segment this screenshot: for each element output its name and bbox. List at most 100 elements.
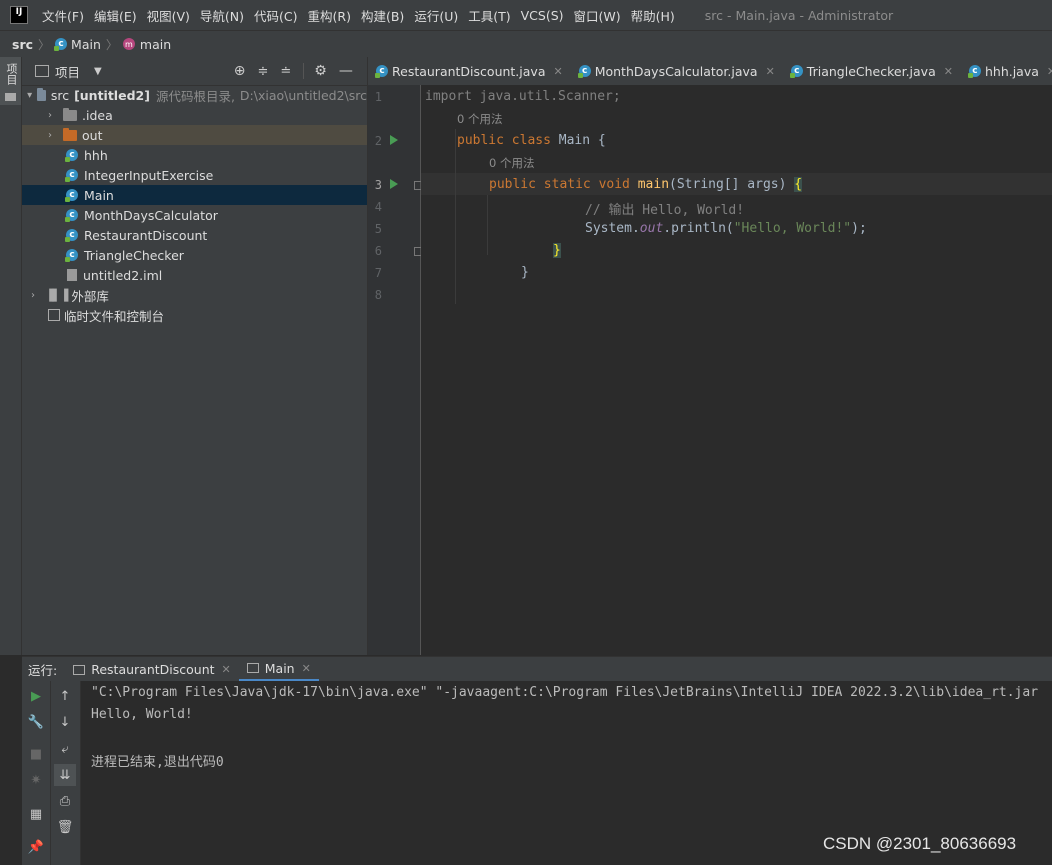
divider (303, 63, 305, 79)
class-icon: c (789, 65, 803, 78)
menu-file[interactable]: 文件(F) (42, 6, 84, 25)
expand-arrow-icon[interactable]: › (44, 130, 56, 141)
class-icon: c (967, 65, 981, 78)
method-icon: m (122, 38, 135, 50)
tab-monthdayscalculator[interactable]: c MonthDaysCalculator.java ✕ (571, 57, 783, 85)
expand-arrow-icon[interactable]: ▾ (26, 90, 33, 101)
module-file-icon (67, 269, 77, 281)
usages-hint[interactable]: 0 个用法 (457, 111, 502, 127)
tree-item-label: IntegerInputExercise (84, 167, 214, 183)
line-number: 1 (374, 90, 382, 104)
tree-item-label: Main (84, 187, 114, 203)
menu-view[interactable]: 视图(V) (147, 6, 190, 25)
string-literal: "Hello, World!" (733, 221, 852, 236)
tree-item-label: .idea (82, 107, 113, 123)
breadcrumb-src[interactable]: src (12, 37, 33, 52)
debug-icon[interactable]: ✷ (25, 769, 47, 791)
class-icon: c (65, 229, 78, 242)
menu-help[interactable]: 帮助(H) (631, 6, 675, 25)
rerun-icon[interactable]: ▶ (25, 685, 47, 707)
code-line-7: } (521, 265, 529, 280)
tree-item-hhh[interactable]: c hhh (22, 145, 367, 165)
console-line: "C:\Program Files\Java\jdk-17\bin\java.e… (91, 685, 1039, 700)
locate-icon[interactable]: ⊕ (234, 63, 246, 79)
console-icon (246, 663, 259, 673)
tree-item-integerinputexercise[interactable]: c IntegerInputExercise (22, 165, 367, 185)
menu-window[interactable]: 窗口(W) (574, 6, 621, 25)
scroll-down-icon[interactable]: ↓ (54, 711, 76, 733)
expand-arrow-icon[interactable]: › (44, 110, 56, 121)
breadcrumb-method-label: main (139, 36, 172, 52)
tree-item-main[interactable]: c Main (22, 185, 367, 205)
tree-item-monthdayscalculator[interactable]: c MonthDaysCalculator (22, 205, 367, 225)
run-tab-main[interactable]: Main ✕ (238, 657, 319, 682)
close-icon[interactable]: ✕ (944, 65, 953, 78)
breadcrumb-method[interactable]: m main (122, 36, 172, 52)
expand-arrow-icon[interactable]: › (27, 290, 39, 301)
layout-icon[interactable]: ▦ (25, 803, 47, 825)
expand-all-icon[interactable]: ≑ (257, 64, 268, 79)
soft-wrap-icon[interactable]: ⤶ (54, 738, 76, 760)
tree-item-trianglechecker[interactable]: c TriangleChecker (22, 245, 367, 265)
menu-run[interactable]: 运行(U) (414, 6, 458, 25)
tree-item-restaurantdiscount[interactable]: c RestaurantDiscount (22, 225, 367, 245)
intellij-logo-icon[interactable]: IJ (10, 6, 28, 24)
run-method-icon[interactable] (390, 179, 398, 189)
close-icon[interactable]: ✕ (766, 65, 775, 78)
menu-vcs[interactable]: VCS(S) (521, 8, 564, 23)
menu-build[interactable]: 构建(B) (361, 6, 404, 25)
code-editor[interactable]: import java.util.Scanner; 0 个用法 public c… (421, 85, 1052, 655)
menu-refactor[interactable]: 重构(R) (308, 6, 351, 25)
pin-icon[interactable]: 📌 (25, 836, 47, 858)
close-icon[interactable]: ✕ (1047, 65, 1052, 78)
chevron-down-icon[interactable]: ▼ (94, 66, 102, 77)
close-icon[interactable]: ✕ (553, 65, 562, 78)
scroll-up-icon[interactable]: ↑ (54, 685, 76, 707)
project-tool-label: 项目 (5, 63, 18, 85)
tree-root-src[interactable]: ▾ src [untitled2] 源代码根目录, D:\xiao\untitl… (22, 85, 367, 105)
menu-tools[interactable]: 工具(T) (468, 6, 510, 25)
folder-icon (63, 127, 77, 141)
tab-label: TriangleChecker.java (806, 63, 936, 79)
trash-icon[interactable]: 🗑 (54, 816, 76, 838)
tree-item-untitled2-iml[interactable]: untitled2.iml (22, 265, 367, 285)
tab-restaurantdiscount[interactable]: c RestaurantDiscount.java ✕ (368, 57, 571, 85)
collapse-all-icon[interactable]: ≐ (280, 64, 291, 79)
class-icon: c (65, 169, 78, 182)
console-line: Hello, World! (91, 707, 193, 722)
project-panel-header: 项目 ▼ ⊕ ≑ ≐ ⚙ — (22, 57, 367, 86)
project-panel: 项目 ▼ ⊕ ≑ ≐ ⚙ — ▾ src [untitled2] 源代码根目录,… (22, 57, 368, 655)
tree-root-desc: 源代码根目录, (155, 88, 235, 104)
tree-item-out[interactable]: › out (22, 125, 367, 145)
indent-guide (487, 195, 488, 255)
menu-edit[interactable]: 编辑(E) (94, 6, 137, 25)
minimize-icon[interactable]: — (339, 63, 353, 79)
tree-item-scratches[interactable]: 临时文件和控制台 (22, 305, 367, 325)
project-panel-title[interactable]: 项目 (55, 62, 80, 81)
breadcrumb-class[interactable]: c Main (54, 36, 101, 52)
gear-icon[interactable]: ⚙ (314, 63, 327, 79)
scroll-to-end-icon[interactable]: ⇊ (54, 764, 76, 786)
usages-hint[interactable]: 0 个用法 (489, 155, 534, 171)
menu-code[interactable]: 代码(C) (254, 6, 297, 25)
tab-trianglechecker[interactable]: c TriangleChecker.java ✕ (783, 57, 961, 85)
tree-item-external-libraries[interactable]: › ▐▌▐ 外部库 (22, 285, 367, 305)
breadcrumb-class-label: Main (71, 36, 101, 52)
class-icon: c (65, 149, 78, 162)
wrench-icon[interactable]: 🔧 (25, 711, 47, 733)
brace-highlight: } (553, 243, 561, 258)
tab-hhh[interactable]: c hhh.java ✕ (961, 57, 1052, 85)
run-tab-restaurantdiscount[interactable]: RestaurantDiscount ✕ (65, 657, 239, 682)
close-icon[interactable]: ✕ (302, 662, 311, 675)
tree-item-idea[interactable]: › .idea (22, 105, 367, 125)
code-line-5: System.out.println("Hello, World!"); (585, 221, 867, 236)
stop-icon[interactable]: ■ (25, 743, 47, 765)
line-number: 6 (374, 244, 382, 258)
menu-navigate[interactable]: 导航(N) (200, 6, 244, 25)
tree-root-name: src (50, 87, 70, 103)
method-name: main (629, 177, 670, 192)
close-icon[interactable]: ✕ (222, 663, 231, 676)
code-line-3: public static void main(String[] args) { (489, 177, 803, 192)
run-class-icon[interactable] (390, 135, 398, 145)
print-icon[interactable]: ⎙ (54, 790, 76, 812)
